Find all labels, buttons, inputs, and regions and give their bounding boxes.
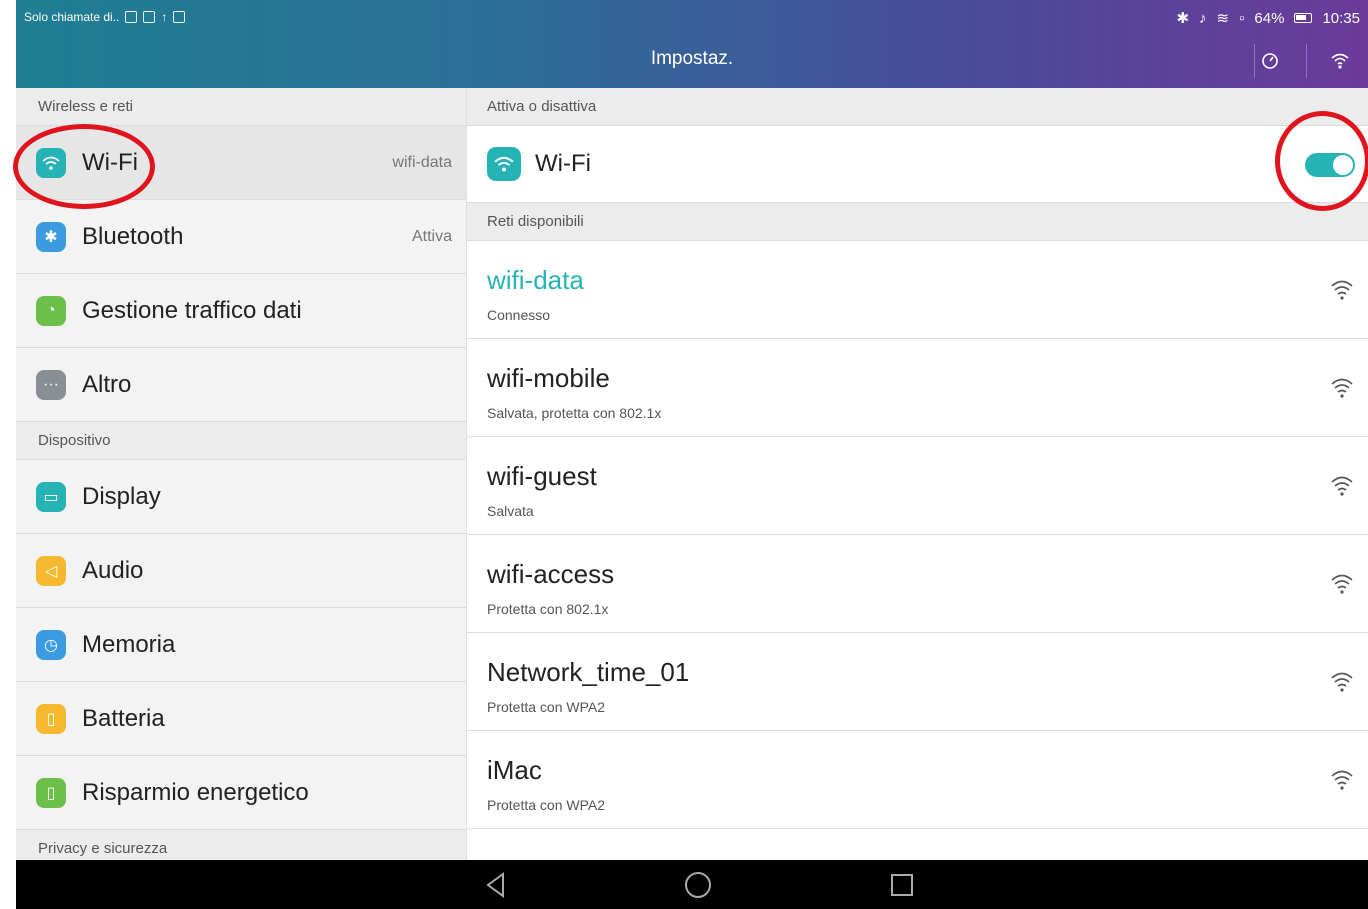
data-usage-icon: ◔ <box>36 295 66 326</box>
status-bar-left: Solo chiamate di.. ↑ <box>24 10 186 24</box>
menu-item-label: Altro <box>82 370 132 398</box>
network-row[interactable]: Network_time_01 Protetta con WPA2 <box>467 633 1368 731</box>
wifi-signal-icon <box>1331 280 1353 300</box>
action-divider <box>1306 44 1307 78</box>
settings-screen: Solo chiamate di.. ↑ ✱ ♪ ≋ ▫ 64% 10:35 I… <box>0 0 1368 909</box>
menu-item-label: Risparmio energetico <box>82 778 309 806</box>
keyboard-icon <box>173 11 186 23</box>
menu-item-bluetooth[interactable]: ✱ Bluetooth Attiva <box>16 200 466 274</box>
top-bar: Solo chiamate di.. ↑ ✱ ♪ ≋ ▫ 64% 10:35 I… <box>16 0 1368 88</box>
menu-item-value: Attiva <box>411 227 452 245</box>
network-row[interactable]: wifi-access Protetta con 802.1x <box>467 535 1368 633</box>
menu-item-label: Batteria <box>82 704 165 732</box>
network-status: Protetta con WPA2 <box>487 797 606 813</box>
network-status: Connesso <box>487 307 551 323</box>
upload-icon: ↑ <box>161 10 168 24</box>
clock: 10:35 <box>1322 9 1360 27</box>
section-header-privacy: Privacy e sicurezza <box>16 830 466 860</box>
network-status: Protetta con 802.1x <box>487 601 609 617</box>
network-name: iMac <box>487 755 542 785</box>
display-icon: ▭ <box>36 481 66 512</box>
menu-item-more[interactable]: ··· Altro <box>16 348 466 422</box>
menu-item-label: Memoria <box>82 630 176 658</box>
network-status: Salvata, protetta con 802.1x <box>487 405 662 421</box>
wifi-toggle-label: Wi-Fi <box>535 150 591 177</box>
network-name: Network_time_01 <box>487 657 690 687</box>
wifi-toggle-row: Wi-Fi <box>467 126 1368 203</box>
section-header-toggle: Attiva o disattiva <box>467 88 1368 126</box>
back-button[interactable] <box>481 870 511 900</box>
wifi-settings-button[interactable] <box>1322 44 1358 78</box>
annotation-circle-wifi-menu <box>13 124 155 209</box>
menu-item-memory[interactable]: ◷ Memoria <box>16 608 466 682</box>
annotation-circle-toggle <box>1275 111 1368 211</box>
more-icon: ··· <box>36 369 66 400</box>
status-bar-right: ✱ ♪ ≋ ▫ 64% 10:35 <box>1176 9 1360 28</box>
menu-item-label: Bluetooth <box>82 222 184 250</box>
menu-item-value: wifi-data <box>392 153 452 171</box>
network-status: Salvata <box>487 503 534 519</box>
network-name: wifi-mobile <box>487 363 610 393</box>
wifi-signal-icon <box>1331 574 1353 594</box>
section-header-networks: Reti disponibili <box>467 203 1368 241</box>
wifi-detail-pane: Attiva o disattiva Wi-Fi Reti disponibil… <box>467 88 1368 860</box>
memory-icon: ◷ <box>36 629 66 660</box>
battery-status-icon <box>1294 13 1313 23</box>
menu-item-power-saving[interactable]: ▯ Risparmio energetico <box>16 756 466 830</box>
wifi-signal-icon <box>1331 770 1353 790</box>
notification-icon <box>125 11 138 23</box>
wifi-gear-icon <box>1331 53 1349 69</box>
menu-item-battery[interactable]: ▯ Batteria <box>16 682 466 756</box>
refresh-icon <box>1262 53 1278 69</box>
network-row[interactable]: wifi-guest Salvata <box>467 437 1368 535</box>
status-notification-text: Solo chiamate di.. <box>24 10 120 24</box>
sim-status-icon: ▫ <box>1239 9 1245 27</box>
recents-icon <box>891 874 913 896</box>
audio-icon: ◁ <box>36 555 66 586</box>
network-row[interactable]: iMac Protetta con WPA2 <box>467 731 1368 829</box>
menu-item-label: Display <box>82 482 161 510</box>
network-row[interactable]: wifi-mobile Salvata, protetta con 802.1x <box>467 339 1368 437</box>
wifi-signal-icon <box>1331 672 1353 692</box>
left-edge <box>0 0 16 909</box>
recents-button[interactable] <box>887 870 917 900</box>
wifi-icon <box>487 147 521 181</box>
menu-item-audio[interactable]: ◁ Audio <box>16 534 466 608</box>
bluetooth-icon: ✱ <box>36 221 66 252</box>
network-status: Protetta con WPA2 <box>487 699 606 715</box>
wifi-status-icon: ≋ <box>1216 10 1230 27</box>
wifi-signal-icon <box>1331 378 1353 398</box>
menu-item-display[interactable]: ▭ Display <box>16 460 466 534</box>
bluetooth-status-icon: ✱ <box>1176 10 1190 27</box>
network-name: wifi-data <box>487 265 584 295</box>
battery-percent: 64% <box>1254 9 1285 27</box>
navigation-bar <box>16 860 1368 909</box>
section-header-device: Dispositivo <box>16 422 466 460</box>
home-icon <box>685 872 711 898</box>
battery-icon: ▯ <box>36 703 66 734</box>
menu-item-label: Audio <box>82 556 144 584</box>
section-header-wireless: Wireless e reti <box>16 88 466 126</box>
wifi-signal-icon <box>1331 476 1353 496</box>
home-button[interactable] <box>683 870 713 900</box>
back-icon <box>486 872 504 898</box>
menu-item-data-usage[interactable]: ◔ Gestione traffico dati <box>16 274 466 348</box>
silent-status-icon: ♪ <box>1199 9 1207 27</box>
page-title: Impostaz. <box>650 48 734 69</box>
network-name: wifi-access <box>487 559 615 589</box>
power-saving-icon: ▯ <box>36 777 66 808</box>
refresh-button[interactable] <box>1252 44 1288 78</box>
network-name: wifi-guest <box>487 461 597 491</box>
menu-item-label: Gestione traffico dati <box>82 296 302 324</box>
network-row[interactable]: wifi-data Connesso <box>467 241 1368 339</box>
image-icon <box>143 11 156 23</box>
